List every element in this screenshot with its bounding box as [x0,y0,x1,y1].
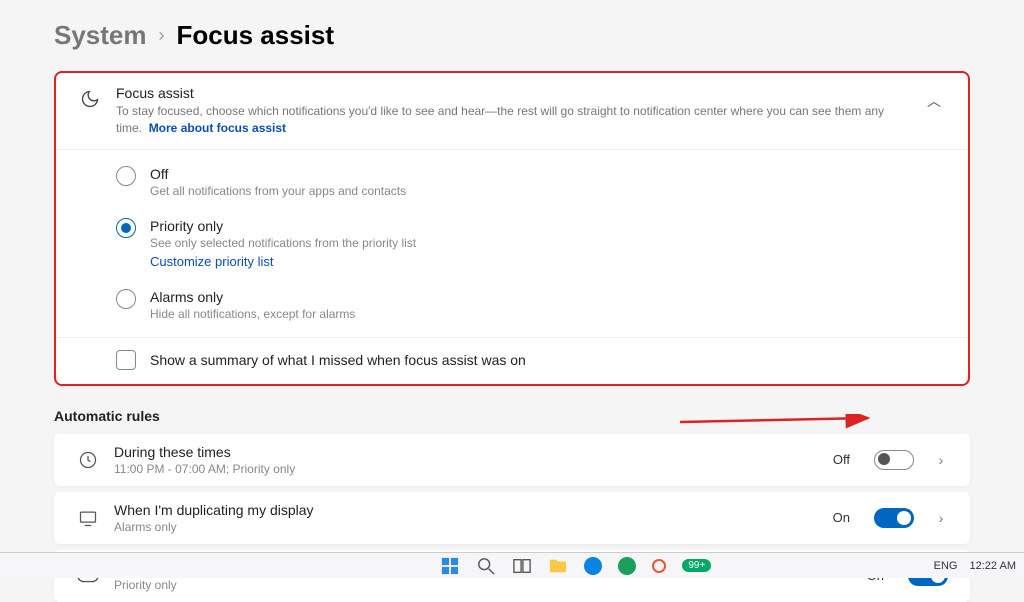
clock-icon [76,450,100,470]
rule-display-label: When I'm duplicating my display [114,502,814,518]
language-indicator[interactable]: ENG [934,560,958,572]
summary-label: Show a summary of what I missed when foc… [150,352,526,368]
chevron-right-icon[interactable]: › [934,452,948,468]
automatic-rules-heading: Automatic rules [54,408,970,424]
breadcrumb-parent[interactable]: System [54,20,147,51]
rule-times-label: During these times [114,444,814,460]
rule-display-state: On [828,510,850,525]
search-icon[interactable] [476,557,496,575]
edge-icon[interactable] [584,557,602,575]
taskbar-center: 99+ [440,557,711,575]
rule-game-sub: Priority only [114,578,848,592]
page-title: Focus assist [177,20,335,51]
rule-display-sub: Alarms only [114,520,814,534]
radio-alarms-only[interactable] [116,289,136,309]
app-icon[interactable] [652,559,666,573]
radio-off[interactable] [116,166,136,186]
chevron-up-icon[interactable]: ︿ [922,85,946,111]
option-alarms-label: Alarms only [150,289,946,305]
option-off-desc: Get all notifications from your apps and… [150,184,946,198]
option-alarms-desc: Hide all notifications, except for alarm… [150,307,946,321]
focus-assist-header[interactable]: Focus assist To stay focused, choose whi… [56,73,968,150]
option-alarms-only[interactable]: Alarms only Hide all notifications, exce… [116,279,946,331]
option-priority-label: Priority only [150,218,946,234]
rule-duplicating-display[interactable]: When I'm duplicating my display Alarms o… [54,492,970,544]
summary-checkbox[interactable] [116,350,136,370]
notification-badge[interactable]: 99+ [682,559,711,572]
focus-assist-title: Focus assist [116,85,908,101]
rule-during-times[interactable]: During these times 11:00 PM - 07:00 AM; … [54,434,970,486]
windows-start-icon[interactable] [440,557,460,575]
taskbar: 99+ ENG 12:22 AM [0,552,1024,578]
option-off[interactable]: Off Get all notifications from your apps… [116,156,946,208]
monitor-icon [76,508,100,528]
option-priority-only[interactable]: Priority only See only selected notifica… [116,208,946,279]
rule-times-state: Off [828,452,850,467]
summary-row[interactable]: Show a summary of what I missed when foc… [56,337,968,384]
rule-display-toggle[interactable] [874,508,914,528]
file-explorer-icon[interactable] [548,557,568,575]
option-priority-desc: See only selected notifications from the… [150,236,946,250]
option-off-label: Off [150,166,946,182]
radio-priority-only[interactable] [116,218,136,238]
rule-times-toggle[interactable] [874,450,914,470]
rule-times-sub: 11:00 PM - 07:00 AM; Priority only [114,462,814,476]
chevron-right-icon[interactable]: › [934,510,948,526]
chevron-right-icon: › [159,25,165,46]
moon-icon [78,85,102,109]
clock[interactable]: 12:22 AM [970,560,1016,572]
more-about-link[interactable]: More about focus assist [149,121,286,135]
app-icon[interactable] [618,557,636,575]
focus-assist-card: Focus assist To stay focused, choose whi… [54,71,970,386]
focus-assist-description: To stay focused, choose which notificati… [116,103,908,137]
focus-assist-options: Off Get all notifications from your apps… [56,150,968,337]
task-view-icon[interactable] [512,557,532,575]
breadcrumb: System › Focus assist [54,20,970,51]
customize-priority-link[interactable]: Customize priority list [150,254,946,269]
